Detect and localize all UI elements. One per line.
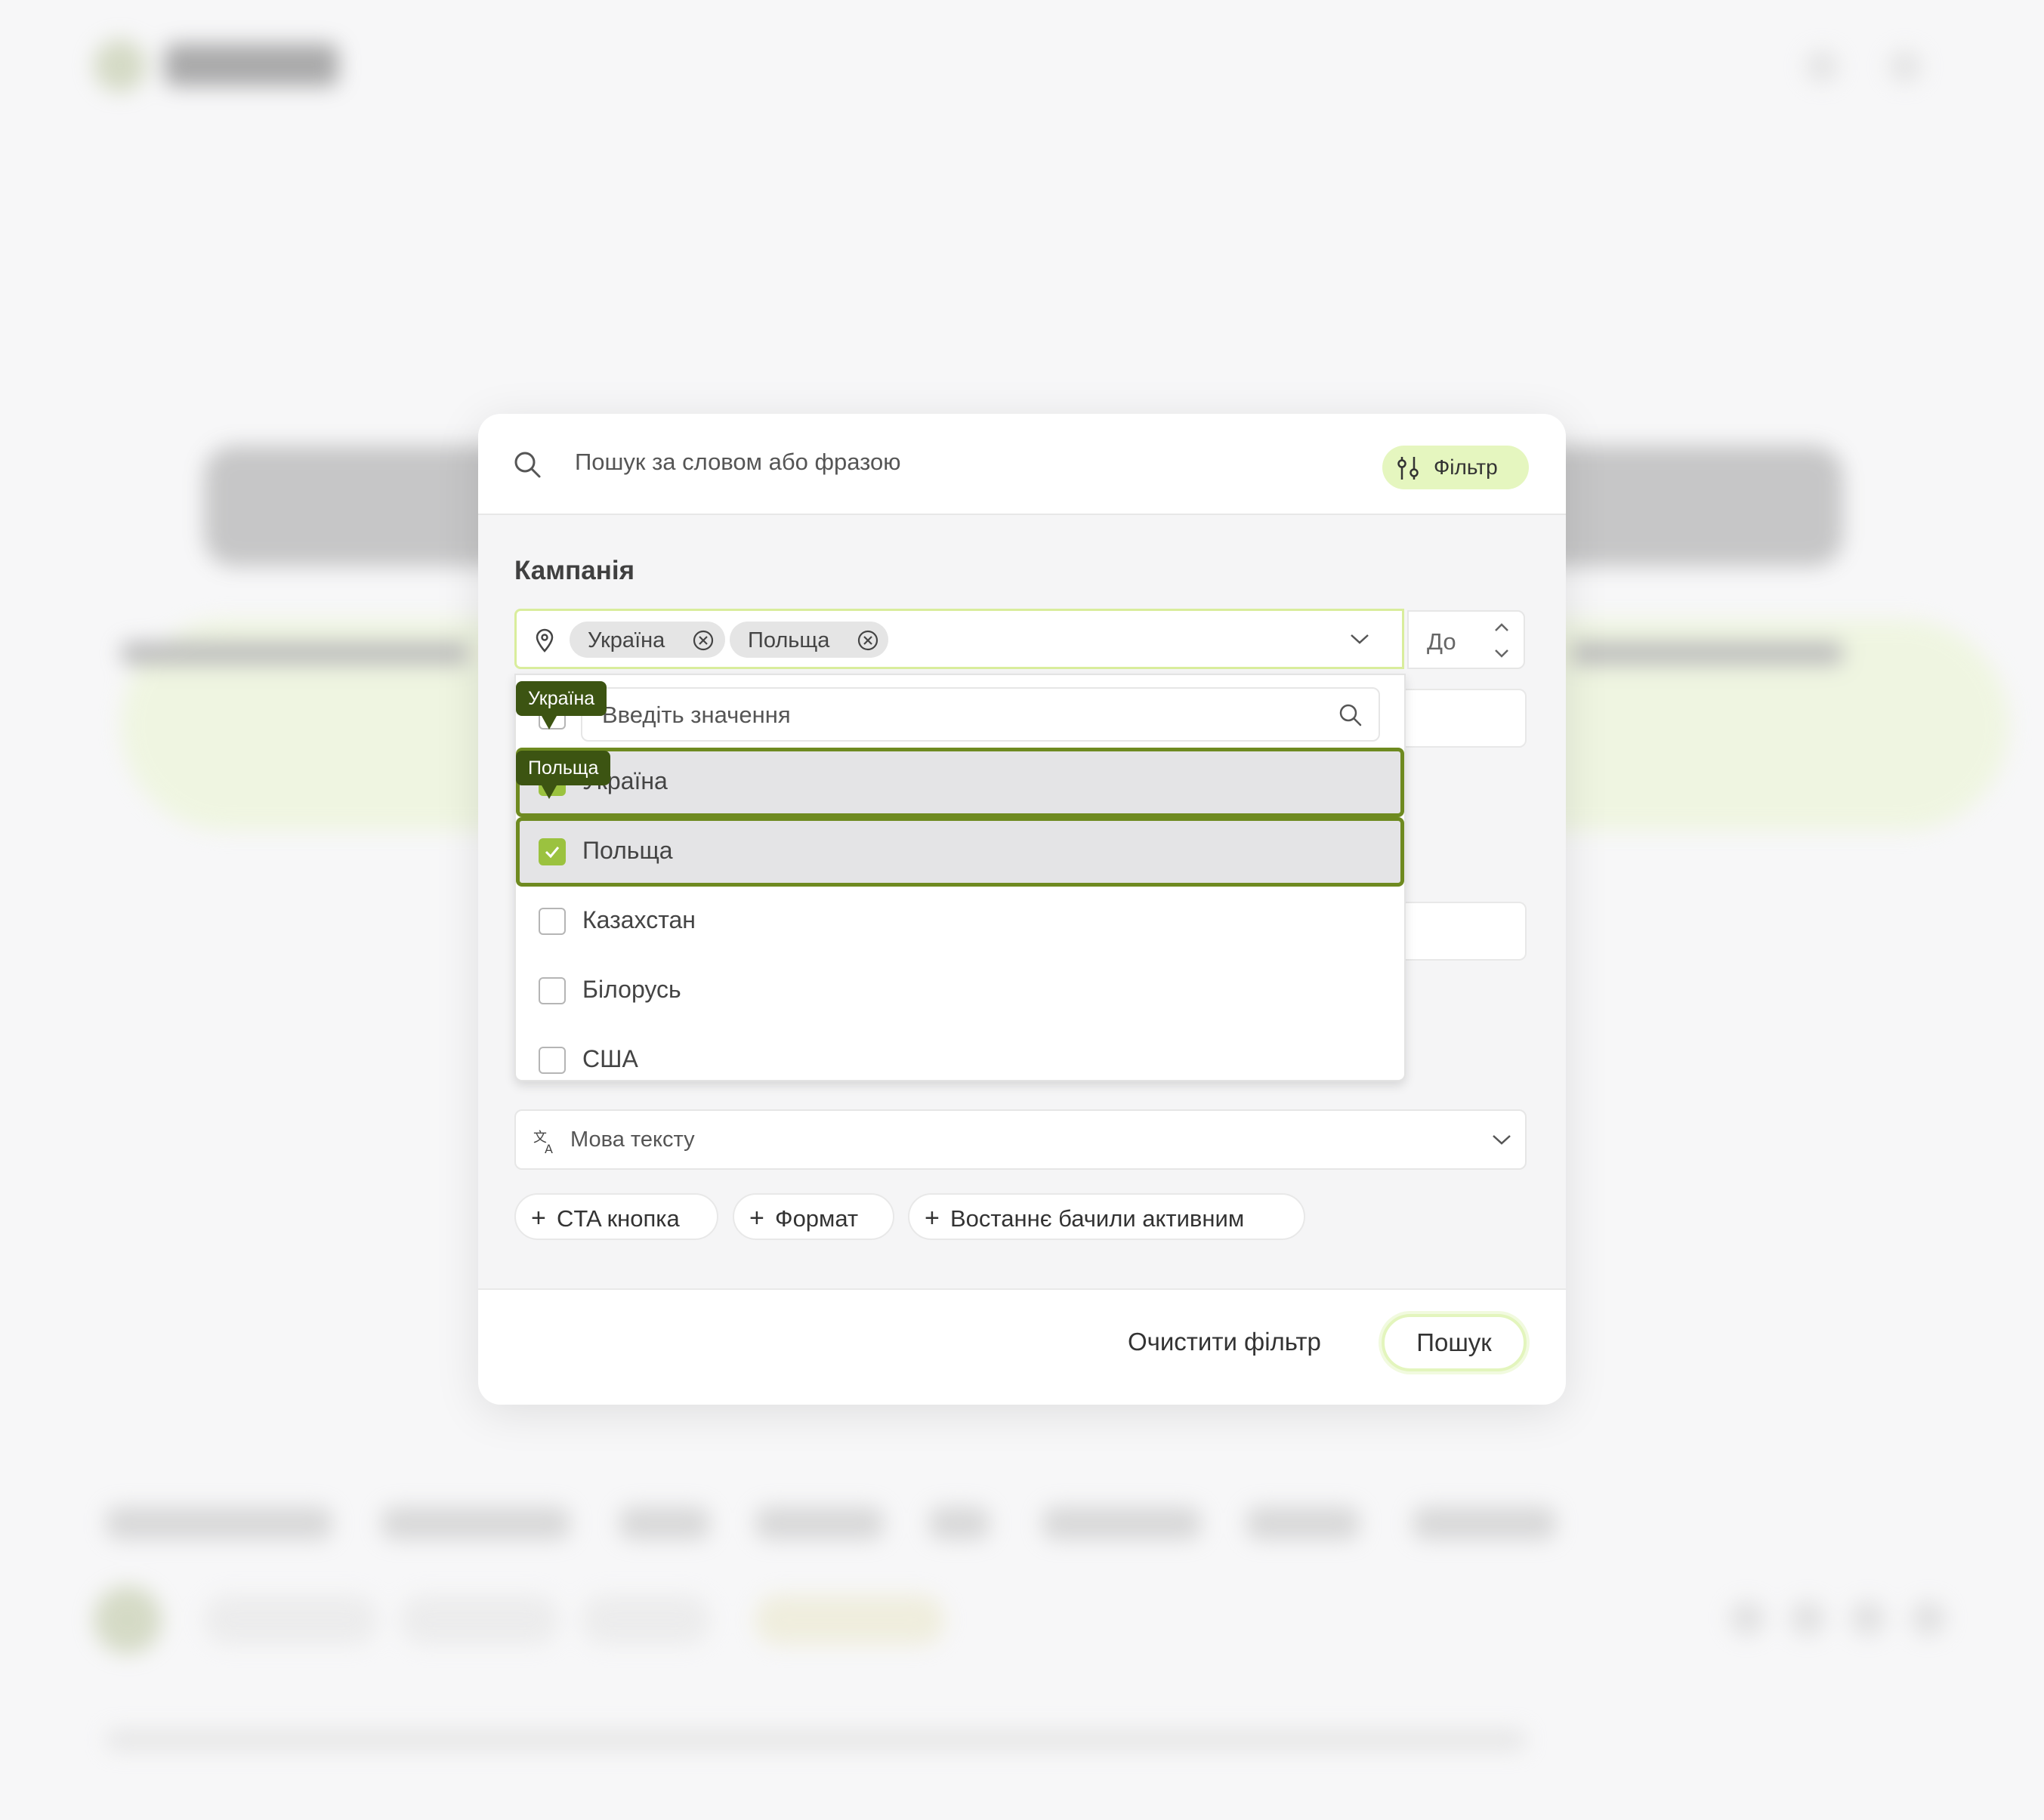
plus-icon: + (531, 1204, 546, 1232)
logo-icon (94, 39, 147, 92)
search-icon (514, 452, 541, 478)
search-input[interactable]: Пошук за словом або фразою (575, 449, 900, 476)
chip-poland: Польща (730, 622, 888, 658)
footer-link (619, 1507, 710, 1540)
dropdown-search[interactable] (581, 687, 1380, 742)
social-icon (1911, 1601, 1946, 1636)
range-to-label: До (1427, 628, 1456, 655)
add-format-filter[interactable]: + Формат (733, 1193, 894, 1240)
remove-chip-icon[interactable] (857, 629, 879, 652)
pill-label: Формат (775, 1205, 859, 1232)
pill-label: CTA кнопка (557, 1205, 680, 1232)
pill-label: Востаннє бачили активним (950, 1205, 1245, 1232)
filter-modal: Пошук за словом або фразою Фільтр Кампан… (478, 414, 1566, 1405)
chevron-down-icon[interactable] (1348, 631, 1372, 647)
country-dropdown: Україна Польща Казахстан Білорусь США Ук… (514, 674, 1406, 1081)
country-select[interactable]: Україна Польща (514, 609, 1404, 669)
option-usa[interactable]: США (516, 1026, 1404, 1078)
chip-label: Польща (748, 628, 830, 652)
hero-subtext (121, 642, 468, 665)
social-icon (1790, 1601, 1825, 1636)
footer-pill (400, 1595, 559, 1645)
header-icon (1805, 50, 1839, 83)
location-pin-icon (536, 628, 554, 652)
checkbox[interactable] (539, 908, 566, 935)
logo-wordmark (165, 44, 338, 86)
social-icon (1730, 1601, 1765, 1636)
search-icon (1339, 704, 1362, 726)
add-cta-button-filter[interactable]: + CTA кнопка (514, 1193, 718, 1240)
option-label: Казахстан (582, 906, 696, 933)
footer-pill (582, 1595, 710, 1645)
footer-link (1246, 1507, 1360, 1540)
option-kazakhstan[interactable]: Казахстан (516, 887, 1404, 956)
header-icon (1888, 50, 1922, 83)
chip-label: Україна (588, 628, 665, 652)
chevron-down-icon[interactable] (1490, 1132, 1513, 1147)
footer-link (1042, 1507, 1201, 1540)
filter-button[interactable]: Фільтр (1382, 446, 1529, 489)
stepper-icon[interactable] (1492, 619, 1511, 662)
checkbox-checked[interactable] (539, 838, 566, 865)
clear-filter-button[interactable]: Очистити фільтр (1128, 1328, 1321, 1356)
option-belarus[interactable]: Білорусь (516, 956, 1404, 1026)
checkbox[interactable] (539, 977, 566, 1004)
filter-button-label: Фільтр (1434, 455, 1498, 479)
sliders-icon (1397, 457, 1419, 480)
footer-link (381, 1507, 570, 1540)
language-placeholder: Мова тексту (570, 1127, 695, 1152)
checkbox[interactable] (539, 1047, 566, 1074)
plus-icon: + (749, 1204, 764, 1232)
option-label: США (582, 1045, 638, 1072)
footer-link (106, 1507, 332, 1540)
social-icon (1851, 1601, 1885, 1636)
translate-icon: 文 A (533, 1130, 553, 1155)
option-ukraine[interactable]: Україна (516, 748, 1404, 817)
footer-link (755, 1507, 884, 1540)
footer-logo (94, 1586, 162, 1654)
option-label: Білорусь (582, 976, 681, 1003)
footer-link (929, 1507, 990, 1540)
section-title: Кампанія (514, 556, 635, 585)
language-select[interactable]: 文 A Мова тексту (514, 1109, 1527, 1170)
option-poland[interactable]: Польща (516, 817, 1404, 887)
add-last-active-filter[interactable]: + Востаннє бачили активним (908, 1193, 1305, 1240)
footer-disclaimer (106, 1729, 1526, 1751)
plus-icon: + (925, 1204, 940, 1232)
check-icon (545, 847, 560, 859)
tooltip-ukraine: Україна (516, 681, 607, 730)
search-submit-button[interactable]: Пошук (1382, 1314, 1527, 1371)
footer-pill (755, 1595, 944, 1645)
option-label: Польща (582, 837, 673, 864)
chip-ukraine: Україна (570, 622, 725, 658)
modal-search-bar: Пошук за словом або фразою Фільтр (478, 414, 1566, 515)
hero-subtext (1571, 642, 1843, 665)
svg-text:A: A (545, 1142, 553, 1155)
tooltip-poland: Польща (516, 751, 611, 799)
remove-chip-icon[interactable] (692, 629, 715, 652)
footer-link (1413, 1507, 1556, 1540)
footer-pill (204, 1595, 378, 1645)
dropdown-search-input[interactable] (601, 696, 1314, 734)
range-to-input[interactable]: До (1407, 610, 1525, 669)
modal-footer: Очистити фільтр Пошук (478, 1288, 1566, 1405)
